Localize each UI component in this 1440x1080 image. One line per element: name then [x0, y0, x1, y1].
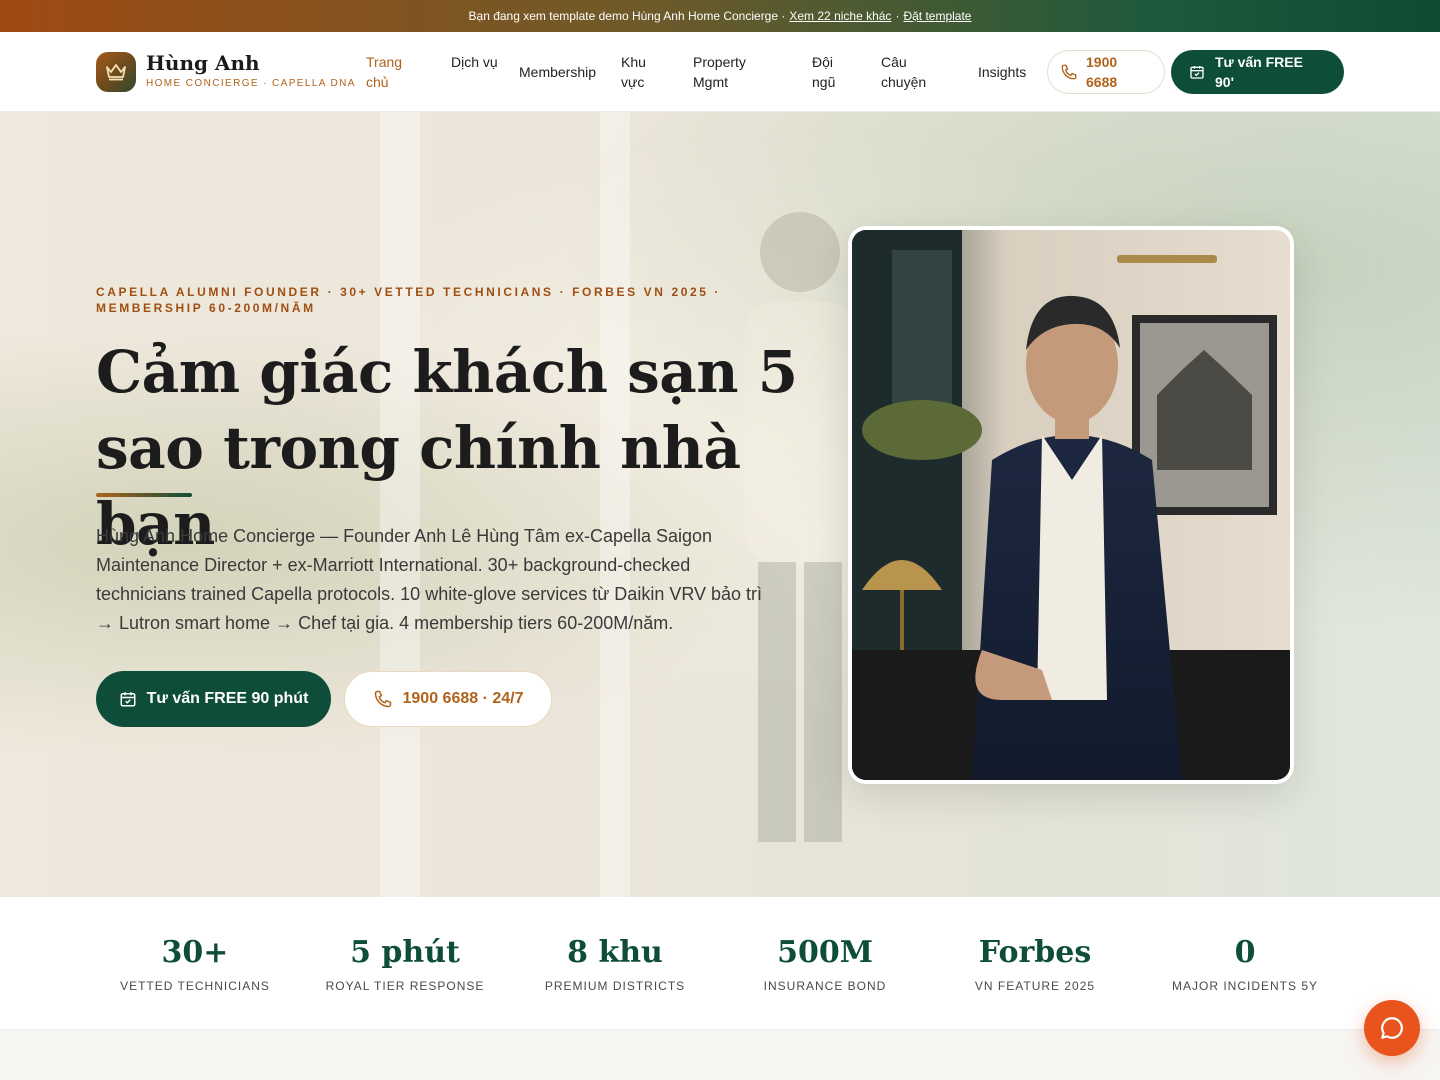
nav-insights[interactable]: Insights — [978, 62, 1026, 82]
stats-bar: 30+ VETTED TECHNICIANS 5 phút ROYAL TIER… — [0, 897, 1440, 1030]
brand-subtitle: HOME CONCIERGE · CAPELLA DNA — [146, 78, 356, 89]
stat-label: ROYAL TIER RESPONSE — [325, 979, 485, 993]
stat-value: 5 phút — [350, 935, 460, 970]
header-cta-label: Tư vấn FREE 90' — [1215, 54, 1303, 90]
header-phone-button[interactable]: 1900 6688 — [1047, 50, 1165, 94]
stat-value: 500M — [777, 935, 873, 970]
hero-section: CAPELLA ALUMNI FOUNDER · 30+ VETTED TECH… — [0, 112, 1440, 897]
hero-eyebrow: CAPELLA ALUMNI FOUNDER · 30+ VETTED TECH… — [96, 285, 722, 315]
founder-photo — [852, 230, 1290, 780]
stat-item: 0 MAJOR INCIDENTS 5Y — [1140, 935, 1350, 993]
nav-services[interactable]: Dịch vụ — [451, 52, 499, 72]
header-phone-label: 1900 6688 — [1086, 54, 1118, 90]
crown-icon — [106, 64, 126, 81]
stat-label: INSURANCE BOND — [763, 979, 887, 993]
hero-description: Hùng Anh Home Concierge — Founder Anh Lê… — [96, 526, 763, 633]
brand-name[interactable]: Hùng Anh — [146, 51, 260, 75]
banner-link-niches[interactable]: Xem 22 niche khác — [789, 9, 891, 23]
nav-areas[interactable]: Khu vực — [621, 52, 663, 92]
logo[interactable] — [96, 52, 136, 92]
consult-button[interactable]: Tư vấn FREE 90 phút — [96, 671, 331, 727]
headline-divider — [96, 493, 192, 497]
phone-icon — [1061, 64, 1077, 80]
stat-item: 8 khu PREMIUM DISTRICTS — [510, 935, 720, 993]
nav-home[interactable]: Trang chủ — [366, 52, 426, 92]
nav-membership[interactable]: Membership — [519, 62, 596, 82]
banner-separator: · — [895, 9, 900, 23]
stat-item: Forbes VN FEATURE 2025 — [930, 935, 1140, 993]
demo-banner: Bạn đang xem template demo Hùng Anh Home… — [0, 0, 1440, 32]
stat-item: 30+ VETTED TECHNICIANS — [90, 935, 300, 993]
nav-team[interactable]: Đội ngũ — [812, 52, 848, 92]
stat-label: MAJOR INCIDENTS 5Y — [1171, 979, 1318, 993]
calendar-check-icon — [1190, 66, 1204, 79]
stat-value: Forbes — [978, 935, 1092, 970]
founder-portrait — [848, 226, 1294, 784]
site-header: Hùng Anh HOME CONCIERGE · CAPELLA DNA Tr… — [0, 32, 1440, 112]
calendar-check-icon — [120, 692, 136, 707]
nav-property-mgmt[interactable]: Property Mgmt — [693, 52, 763, 92]
stat-item: 5 phút ROYAL TIER RESPONSE — [300, 935, 510, 993]
chat-bubble-icon — [1381, 1017, 1403, 1039]
stat-value: 30+ — [161, 935, 229, 970]
stat-value: 0 — [1234, 935, 1256, 970]
consult-button-label: Tư vấn FREE 90 phút — [146, 690, 309, 707]
stat-item: 500M INSURANCE BOND — [720, 935, 930, 993]
nav-stories[interactable]: Câu chuyện — [881, 52, 943, 92]
header-cta-button[interactable]: Tư vấn FREE 90' — [1171, 50, 1344, 94]
banner-link-order[interactable]: Đặt template — [903, 9, 971, 23]
chat-button[interactable] — [1364, 1000, 1420, 1056]
banner-text: Bạn đang xem template demo Hùng Anh Home… — [468, 9, 786, 23]
hotline-button[interactable]: 1900 6688 · 24/7 — [344, 671, 552, 727]
stat-label: VN FEATURE 2025 — [974, 979, 1096, 993]
hotline-button-label: 1900 6688 · 24/7 — [402, 690, 524, 707]
stat-label: PREMIUM DISTRICTS — [544, 979, 686, 993]
stat-label: VETTED TECHNICIANS — [120, 979, 270, 993]
stat-value: 8 khu — [567, 935, 663, 970]
phone-icon — [374, 690, 391, 708]
